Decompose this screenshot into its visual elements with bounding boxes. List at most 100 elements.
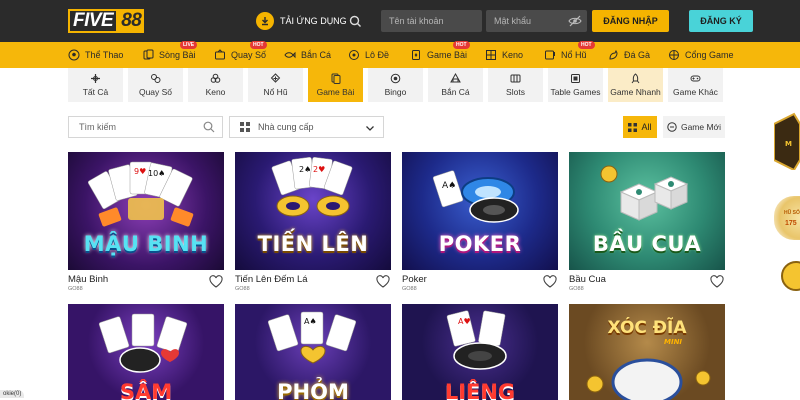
nav-item-game-bai[interactable]: Game Bài HOT <box>410 41 470 68</box>
game-card-phom[interactable]: A♠ PHỎM <box>235 304 391 400</box>
game-provider: GO88 <box>68 286 83 292</box>
game-thumbnail[interactable]: A♠ POKER <box>402 152 558 270</box>
game-card-sam[interactable]: SÂM <box>68 304 224 400</box>
nav-label: Nổ Hũ <box>561 50 587 60</box>
nav-label: Keno <box>502 50 524 60</box>
nav-label: Cổng Game <box>685 50 734 60</box>
category-slots[interactable]: Slots <box>488 68 543 102</box>
nav-item-lo-de[interactable]: Lô Đề <box>348 42 389 68</box>
chevron-down-icon <box>366 126 374 131</box>
game-search-input[interactable] <box>68 116 223 138</box>
top-header: FIVE 88 TẢI ỨNG DỤNG ĐĂNG NHẬP ĐĂNG KÝ <box>0 0 800 42</box>
filter-new-button[interactable]: Game Mới <box>663 116 725 138</box>
nav-item-no-hu[interactable]: Nổ Hũ HOT <box>544 41 595 68</box>
category-ban-ca[interactable]: Bắn Cá <box>428 68 483 102</box>
game-card-lieng[interactable]: A♥ LIÊNG <box>402 304 558 400</box>
category-game-khac[interactable]: Game Khác <box>668 68 723 102</box>
filter-new-label: Game Mới <box>680 122 722 132</box>
heart-icon[interactable] <box>543 275 557 288</box>
game-name: Tiến Lên Đếm Lá <box>235 274 308 285</box>
game-name: Bầu Cua <box>569 274 606 285</box>
header-search-button[interactable] <box>343 10 367 32</box>
category-no-hu[interactable]: Nổ Hũ <box>248 68 303 102</box>
lotto-icon <box>349 50 359 60</box>
keno-icon <box>486 50 496 60</box>
game-thumbnail[interactable]: SÂM <box>68 304 224 400</box>
heart-icon[interactable] <box>376 275 390 288</box>
heart-icon[interactable] <box>209 275 223 288</box>
live-badge: LIVE <box>180 41 198 49</box>
download-icon <box>256 12 274 30</box>
svg-text:A♥: A♥ <box>458 317 471 326</box>
game-provider: GO88 <box>569 286 584 292</box>
nav-item-song-bai[interactable]: Sòng Bài LIVE <box>142 41 198 68</box>
category-label: Bingo <box>384 87 407 97</box>
category-game-bai[interactable]: Game Bài <box>308 68 363 102</box>
category-game-nhanh[interactable]: Game Nhanh <box>608 68 663 102</box>
search-icon[interactable] <box>203 121 215 133</box>
category-label: Table Games <box>550 87 601 97</box>
main-nav: Thể Thao Sòng Bài LIVE Quay Số HOT Bắn C… <box>0 41 800 68</box>
download-app-label: TẢI ỨNG DỤNG <box>280 16 347 26</box>
game-thumbnail[interactable]: BẦU CUA <box>569 152 725 270</box>
game-thumbnail[interactable]: XÓC ĐĨA MINI <box>569 304 725 400</box>
grid-icon <box>628 122 638 132</box>
category-label: Bắn Cá <box>441 87 470 97</box>
game-art-title: LIÊNG <box>444 380 516 400</box>
nav-label: Thể Thao <box>85 50 124 60</box>
category-keno[interactable]: Keno <box>188 68 243 102</box>
svg-text:10♠: 10♠ <box>148 169 165 178</box>
login-button[interactable]: ĐĂNG NHẬP <box>592 10 669 32</box>
promo-text: HŨ SỐ <box>784 210 800 216</box>
game-name: Poker <box>402 274 427 285</box>
category-quay-so[interactable]: Quay Số <box>128 68 183 102</box>
heart-icon[interactable] <box>710 275 724 288</box>
game-art-title: PHỎM <box>277 380 349 400</box>
nav-item-cong-game[interactable]: Cổng Game <box>668 42 734 68</box>
nav-item-quay-so[interactable]: Quay Số HOT <box>214 41 267 68</box>
eye-slash-icon[interactable] <box>568 14 582 28</box>
category-label: Game Bài <box>316 87 355 97</box>
game-card-bau-cua[interactable]: BẦU CUA Bầu Cua GO88 <box>569 152 725 292</box>
side-promo-badge[interactable]: M <box>773 112 800 175</box>
promo-badge-icon: M <box>773 112 800 172</box>
game-art-title: BẦU CUA <box>592 232 702 256</box>
register-button[interactable]: ĐĂNG KÝ <box>689 10 753 32</box>
category-label: Keno <box>205 87 226 97</box>
nav-label: Game Bài <box>427 50 468 60</box>
game-thumbnail[interactable]: A♥ LIÊNG <box>402 304 558 400</box>
game-card-mau-binh[interactable]: 9♥ 10♠ MẬU BINH Mậu Binh GO88 <box>68 152 224 292</box>
game-art-title: MẬU BINH <box>83 232 209 256</box>
game-card-poker[interactable]: A♠ POKER Poker GO88 <box>402 152 558 292</box>
category-tat-ca[interactable]: Tất Cả <box>68 68 123 102</box>
game-card-tien-len[interactable]: 2♠ 2♥ TIẾN LÊN Tiến Lên Đếm Lá GO88 <box>235 152 391 292</box>
provider-select[interactable]: Nhà cung cấp <box>229 116 384 138</box>
nav-label: Sòng Bài <box>159 50 196 60</box>
category-label: Quay Số <box>138 87 173 97</box>
svg-text:A♠: A♠ <box>442 181 456 191</box>
game-card-xoc-dia[interactable]: XÓC ĐĨA MINI <box>569 304 725 400</box>
username-field[interactable] <box>381 10 482 32</box>
nav-item-keno[interactable]: Keno <box>485 42 523 68</box>
filter-all-button[interactable]: All <box>623 116 657 138</box>
nav-item-the-thao[interactable]: Thể Thao <box>68 42 123 68</box>
slots-machine-icon <box>510 74 521 83</box>
game-thumbnail[interactable]: 2♠ 2♥ TIẾN LÊN <box>235 152 391 270</box>
gamepad-icon <box>669 50 679 60</box>
game-thumbnail[interactable]: A♠ PHỎM <box>235 304 391 400</box>
cookie-tab[interactable]: okie(0) <box>0 390 25 398</box>
category-bingo[interactable]: Bingo <box>368 68 423 102</box>
gamepad-icon <box>690 75 701 82</box>
game-provider: GO88 <box>402 286 417 292</box>
game-thumbnail[interactable]: 9♥ 10♠ MẬU BINH <box>68 152 224 270</box>
nav-item-da-ga[interactable]: Đá Gà <box>607 42 650 68</box>
side-promo-coin[interactable] <box>774 258 800 299</box>
card-game-icon <box>412 50 420 60</box>
hot-badge: HOT <box>578 41 595 49</box>
coin-icon <box>781 261 800 291</box>
side-promo-jackpot[interactable]: HŨ SỐ 175 <box>774 196 800 240</box>
nav-item-ban-ca[interactable]: Bắn Cá <box>284 42 331 68</box>
category-table-games[interactable]: Table Games <box>548 68 603 102</box>
five88-logo[interactable]: FIVE 88 <box>68 8 145 34</box>
download-app-button[interactable]: TẢI ỨNG DỤNG <box>256 11 347 31</box>
